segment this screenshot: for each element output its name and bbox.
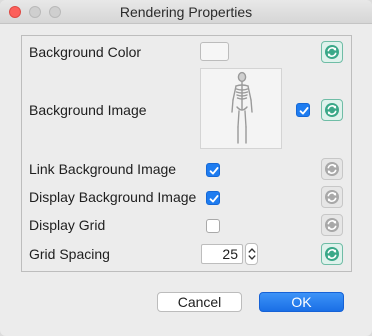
checkmark-icon bbox=[299, 107, 309, 115]
background-color-swatch[interactable] bbox=[200, 42, 229, 61]
background-image-reset-button[interactable] bbox=[321, 99, 343, 121]
grid-spacing-label: Grid Spacing bbox=[29, 246, 110, 262]
grid-spacing-reset-button[interactable] bbox=[321, 243, 343, 265]
cancel-button[interactable]: Cancel bbox=[157, 292, 242, 312]
window-title: Rendering Properties bbox=[119, 4, 253, 20]
properties-panel bbox=[21, 35, 352, 272]
display-grid-label: Display Grid bbox=[29, 217, 106, 233]
link-background-image-reset-button[interactable] bbox=[321, 158, 343, 180]
display-background-image-checkbox[interactable] bbox=[206, 191, 220, 205]
reset-icon bbox=[325, 218, 339, 232]
display-grid-checkbox[interactable] bbox=[206, 219, 220, 233]
reset-icon bbox=[325, 103, 339, 117]
title-bar: Rendering Properties bbox=[0, 0, 372, 24]
background-image-label: Background Image bbox=[29, 102, 147, 118]
background-color-reset-button[interactable] bbox=[321, 41, 343, 63]
background-image-thumbnail[interactable] bbox=[200, 68, 282, 149]
skeleton-image-icon bbox=[231, 71, 253, 144]
ok-button[interactable]: OK bbox=[259, 292, 344, 312]
background-image-checkbox[interactable] bbox=[296, 103, 310, 117]
display-grid-reset-button[interactable] bbox=[321, 214, 343, 236]
grid-spacing-stepper[interactable] bbox=[245, 243, 258, 265]
checkmark-icon bbox=[209, 195, 219, 203]
reset-icon bbox=[325, 45, 339, 59]
link-background-image-checkbox[interactable] bbox=[206, 163, 220, 177]
reset-icon bbox=[325, 247, 339, 261]
rendering-properties-dialog: Rendering Properties Background Color Ba… bbox=[0, 0, 372, 336]
background-color-label: Background Color bbox=[29, 44, 142, 60]
reset-icon bbox=[325, 190, 339, 204]
reset-icon bbox=[325, 162, 339, 176]
display-background-image-label: Display Background Image bbox=[29, 189, 197, 205]
grid-spacing-input[interactable]: 25 bbox=[201, 244, 243, 264]
link-background-image-label: Link Background Image bbox=[29, 161, 177, 177]
up-down-chevron-icon bbox=[248, 248, 256, 260]
display-background-image-reset-button[interactable] bbox=[321, 186, 343, 208]
checkmark-icon bbox=[209, 167, 219, 175]
